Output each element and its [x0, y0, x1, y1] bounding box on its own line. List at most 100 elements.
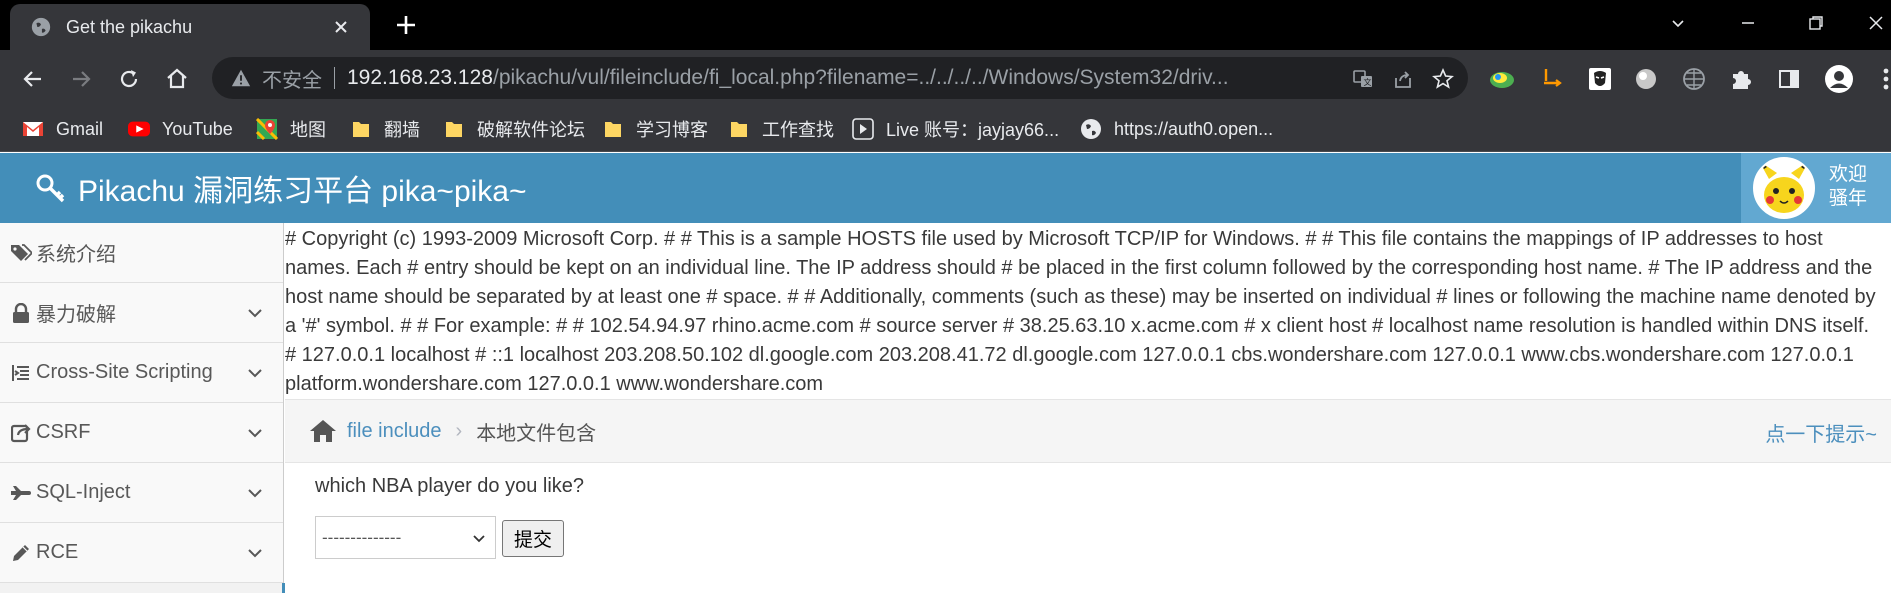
gmail-icon: [22, 118, 44, 140]
submit-button[interactable]: 提交: [502, 520, 564, 557]
side-panel-icon[interactable]: [1773, 63, 1805, 95]
warning-triangle-icon[interactable]: [230, 67, 252, 89]
user-menu[interactable]: 欢迎 骚年: [1741, 153, 1891, 223]
extension-network-icon[interactable]: [1678, 63, 1710, 95]
forward-arrow-icon[interactable]: [64, 62, 98, 96]
sidebar-item-csrf[interactable]: CSRF: [0, 403, 283, 463]
translate-icon[interactable]: 文: [1348, 64, 1378, 94]
extension-mask-icon[interactable]: [1584, 63, 1616, 95]
bookmark-label: 学习博客: [636, 120, 708, 140]
bookmark-live-account[interactable]: Live 账号：jayjay66...: [852, 114, 1059, 144]
bookmarks-bar: Gmail YouTube 地图 翻墙 破解软件论坛 学习博客 工作查找 Liv…: [0, 106, 1891, 152]
back-arrow-icon[interactable]: [16, 62, 50, 96]
list-indent-icon: [10, 362, 32, 384]
chevron-down-icon[interactable]: [245, 543, 265, 563]
bookmark-label: 地图: [290, 120, 326, 140]
home-icon[interactable]: [160, 62, 194, 96]
extension-amazon-icon[interactable]: [1536, 63, 1568, 95]
omnibox-actions: 文: [1348, 64, 1458, 94]
url-path: /pikachu/vul/fileinclude/fi_local.php?fi…: [492, 66, 1229, 89]
welcome-text: 欢迎: [1829, 164, 1868, 185]
bookmark-label: 破解软件论坛: [477, 120, 585, 140]
maps-icon: [256, 118, 278, 140]
tab-search-chevron-icon[interactable]: [1658, 8, 1698, 38]
bookmark-label: 翻墙: [384, 120, 420, 140]
bookmark-label: YouTube: [162, 118, 233, 139]
security-label[interactable]: 不安全: [262, 64, 322, 93]
breadcrumb-link-file-include[interactable]: file include: [347, 420, 442, 443]
site-title: Pikachu 漏洞练习平台 pika~pika~: [78, 175, 527, 208]
chevron-down-icon[interactable]: [245, 423, 265, 443]
avatar: [1753, 157, 1815, 219]
site-brand[interactable]: Pikachu 漏洞练习平台 pika~pika~: [36, 166, 527, 210]
sidebar-item-rce[interactable]: RCE: [0, 523, 283, 583]
chevron-down-icon[interactable]: [245, 363, 265, 383]
live-icon: [852, 118, 874, 140]
username-text: 骚年: [1829, 188, 1868, 209]
breadcrumb-current: 本地文件包含: [476, 422, 597, 445]
address-bar[interactable]: 不安全 192.168.23.128/pikachu/vul/fileinclu…: [212, 57, 1468, 99]
sidebar-item-sql-inject[interactable]: SQL-Inject: [0, 463, 283, 523]
sidebar: 系统介绍 暴力破解 Cross-Site Scripting CSRF SQL-…: [0, 223, 285, 593]
sidebar-item-intro[interactable]: 系统介绍: [0, 223, 283, 283]
svg-text:文: 文: [1364, 77, 1372, 87]
sidebar-item-label: RCE: [36, 541, 79, 563]
pencil-icon: [10, 542, 32, 564]
browser-toolbar: 不安全 192.168.23.128/pikachu/vul/fileinclu…: [0, 50, 1891, 106]
breadcrumb-separator: ›: [455, 419, 463, 442]
hint-link[interactable]: 点一下提示~: [1765, 418, 1877, 447]
bookmark-maps[interactable]: 地图: [256, 114, 326, 144]
bookmark-label: Live 账号：jayjay66...: [886, 120, 1060, 140]
browser-tab-active[interactable]: Get the pikachu: [10, 4, 370, 50]
sidebar-item-label: 系统介绍: [36, 244, 116, 266]
profile-avatar-icon[interactable]: [1823, 63, 1855, 95]
sidebar-item-label: SQL-Inject: [36, 481, 131, 503]
bookmark-label: https://auth0.open...: [1114, 118, 1274, 139]
omnibox-divider: [334, 67, 335, 89]
bookmark-folder-study-blog[interactable]: 学习博客: [602, 114, 708, 144]
globe-icon: [31, 17, 51, 37]
bookmark-folder-crack-forum[interactable]: 破解软件论坛: [443, 114, 585, 144]
url-host: 192.168.23.128: [347, 66, 493, 89]
bookmark-youtube[interactable]: YouTube: [128, 114, 233, 144]
sidebar-item-label: CSRF: [36, 421, 91, 443]
close-tab-icon[interactable]: [326, 12, 356, 42]
extension-sphere-icon[interactable]: [1630, 63, 1662, 95]
sidebar-item-xss[interactable]: Cross-Site Scripting: [0, 343, 283, 403]
tab-title: Get the pikachu: [66, 16, 193, 37]
bookmark-gmail[interactable]: Gmail: [22, 114, 103, 144]
key-icon: [36, 174, 65, 203]
restore-icon[interactable]: [1796, 8, 1836, 38]
folder-icon: [350, 118, 372, 140]
reload-icon[interactable]: [112, 62, 146, 96]
sidebar-item-brute-force[interactable]: 暴力破解: [0, 283, 283, 343]
included-file-content: # Copyright (c) 1993-2009 Microsoft Corp…: [285, 228, 1876, 395]
nba-player-select[interactable]: --------------: [315, 516, 496, 559]
bookmark-auth0[interactable]: https://auth0.open...: [1080, 114, 1273, 144]
new-tab-plus-icon[interactable]: [391, 10, 421, 40]
folder-icon: [602, 118, 624, 140]
question-label: which NBA player do you like?: [315, 475, 585, 497]
plane-icon: [10, 482, 32, 504]
home-icon[interactable]: [309, 418, 337, 444]
chrome-menu-icon[interactable]: [1870, 63, 1891, 95]
sidebar-item-label: Cross-Site Scripting: [36, 361, 213, 383]
url-text[interactable]: 192.168.23.128/pikachu/vul/fileinclude/f…: [347, 66, 1317, 90]
breadcrumb: file include › 本地文件包含 点一下提示~: [285, 399, 1891, 463]
bookmark-folder-job-search[interactable]: 工作查找: [728, 114, 834, 144]
folder-icon: [443, 118, 465, 140]
extensions-puzzle-icon[interactable]: [1725, 63, 1757, 95]
close-window-icon[interactable]: [1856, 8, 1891, 38]
extension-chrome-color-icon[interactable]: [1486, 63, 1518, 95]
globe-icon: [1080, 118, 1102, 140]
youtube-icon: [128, 118, 150, 140]
bookmark-folder-vpn[interactable]: 翻墙: [350, 114, 420, 144]
chevron-down-icon[interactable]: [245, 303, 265, 323]
chevron-down-icon[interactable]: [245, 483, 265, 503]
share-page-icon[interactable]: [1388, 64, 1418, 94]
site-header: Pikachu 漏洞练习平台 pika~pika~ 欢迎 骚年: [0, 153, 1891, 223]
minimize-icon[interactable]: [1728, 8, 1768, 38]
tags-icon: [10, 242, 32, 264]
bookmark-label: Gmail: [56, 118, 104, 139]
bookmark-star-icon[interactable]: [1428, 64, 1458, 94]
